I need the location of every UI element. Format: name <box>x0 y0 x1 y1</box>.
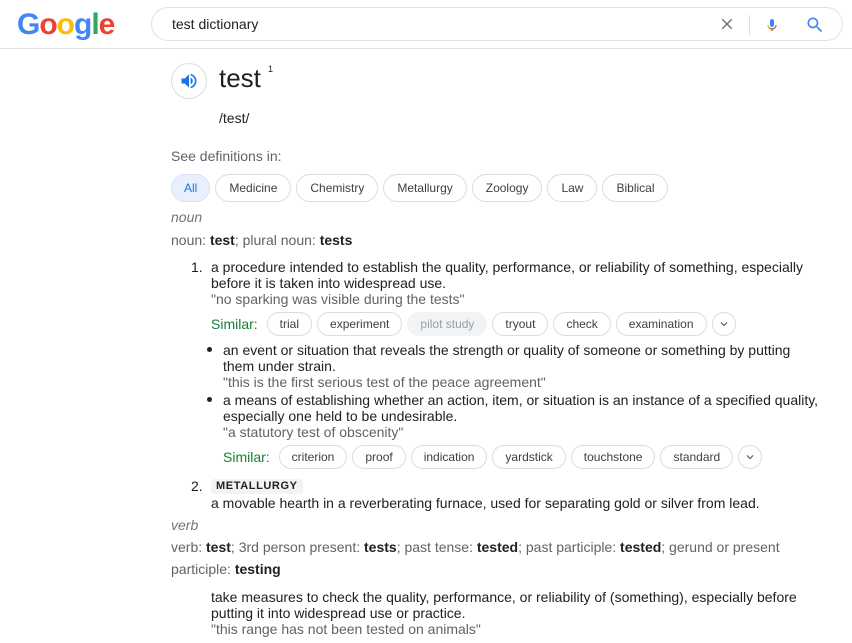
form-label: ; plural noun <box>234 232 312 248</box>
logo-letter: o <box>56 8 75 41</box>
form-value: tests <box>364 539 397 555</box>
search-divider <box>749 15 750 35</box>
form-value: tested <box>476 539 519 555</box>
similar-chip[interactable]: touchstone <box>570 445 656 469</box>
similar-chip[interactable]: experiment <box>317 312 403 336</box>
subsense-example: "a statutory test of obscenity" <box>223 424 404 440</box>
similar-chip[interactable]: standard <box>660 445 734 469</box>
sense-definition: a movable hearth in a reverberating furn… <box>211 495 760 511</box>
search-icon[interactable] <box>805 15 825 35</box>
see-definitions-label: See definitions in: <box>171 148 282 164</box>
chevron-down-icon <box>746 455 754 460</box>
similar-chip[interactable]: check <box>553 312 611 336</box>
speaker-icon <box>181 73 197 89</box>
subsense-definition: an event or situation that reveals the s… <box>223 342 791 374</box>
domain-chip-all[interactable]: All <box>171 174 211 202</box>
domain-chip-biblical[interactable]: Biblical <box>602 174 669 202</box>
close-icon[interactable] <box>718 15 736 33</box>
form-label: verb <box>171 539 199 555</box>
logo-letter: o <box>39 8 57 41</box>
google-logo[interactable]: Google <box>17 8 116 42</box>
search-input[interactable] <box>172 8 712 40</box>
bullet-dot <box>207 347 212 352</box>
similar-words-row: Similar: trial experiment pilot study tr… <box>211 312 736 336</box>
pronunciation-text: /test/ <box>219 110 250 126</box>
similar-label: Similar: <box>211 316 258 332</box>
sense-definition: a procedure intended to establish the qu… <box>211 259 803 291</box>
logo-letter: e <box>98 8 116 41</box>
domain-chip-chemistry[interactable]: Chemistry <box>296 174 379 202</box>
domain-chip-zoology[interactable]: Zoology <box>471 174 543 202</box>
form-value: test <box>206 539 231 555</box>
pronunciation-speaker-button[interactable] <box>171 63 207 99</box>
chevron-down-icon <box>720 322 728 327</box>
sense-number: 1. <box>191 259 203 275</box>
similar-chip[interactable]: tryout <box>492 312 549 336</box>
form-value: testing <box>234 561 281 577</box>
logo-letter: G <box>17 8 40 41</box>
logo-letter: l <box>91 8 99 41</box>
domain-badge: METALLURGY <box>211 479 303 494</box>
domain-chip-medicine[interactable]: Medicine <box>215 174 292 202</box>
form-value: tested <box>620 539 662 555</box>
similar-chip[interactable]: criterion <box>278 445 348 469</box>
subsense-definition: a means of establishing whether an actio… <box>223 392 819 424</box>
verb-definition: take measures to check the quality, perf… <box>211 589 797 621</box>
headword: test <box>219 63 261 93</box>
similar-words-row: Similar: criterion proof indication yard… <box>223 445 763 469</box>
form-label: ; 3rd person present <box>230 539 357 555</box>
bullet-dot <box>207 397 212 402</box>
sense-example: "no sparking was visible during the test… <box>211 291 465 307</box>
headword-superscript: 1 <box>268 64 274 74</box>
similar-label: Similar: <box>223 449 270 465</box>
form-label: noun <box>171 232 203 248</box>
similar-chip[interactable]: trial <box>266 312 313 336</box>
verb-example: "this range has not been tested on anima… <box>211 621 481 637</box>
logo-letter: g <box>74 8 92 41</box>
noun-forms: noun: test; plural noun: tests <box>171 232 353 248</box>
similar-chip[interactable]: indication <box>410 445 488 469</box>
sense-number: 2. <box>191 478 203 494</box>
expand-similar-button[interactable] <box>738 445 763 469</box>
form-label: ; past tense <box>396 539 470 555</box>
verb-forms: verb: test; 3rd person present: tests; p… <box>171 539 780 577</box>
subsense-example: "this is the first serious test of the p… <box>223 374 546 390</box>
part-of-speech-noun: noun <box>171 209 203 225</box>
domain-chip-law[interactable]: Law <box>547 174 598 202</box>
form-value: test <box>209 232 235 248</box>
top-header: Google <box>0 0 852 49</box>
expand-similar-button[interactable] <box>711 312 736 336</box>
domain-chips: All Medicine Chemistry Metallurgy Zoolog… <box>171 174 669 202</box>
search-box <box>151 7 843 41</box>
domain-chip-metallurgy[interactable]: Metallurgy <box>383 174 467 202</box>
form-label: ; past participle <box>518 539 613 555</box>
similar-chip[interactable]: examination <box>615 312 707 336</box>
part-of-speech-verb: verb <box>171 517 199 533</box>
similar-chip[interactable]: pilot study <box>407 312 488 336</box>
similar-chip[interactable]: yardstick <box>492 445 566 469</box>
form-value: tests <box>319 232 353 248</box>
microphone-icon[interactable] <box>764 14 780 36</box>
similar-chip[interactable]: proof <box>352 445 406 469</box>
